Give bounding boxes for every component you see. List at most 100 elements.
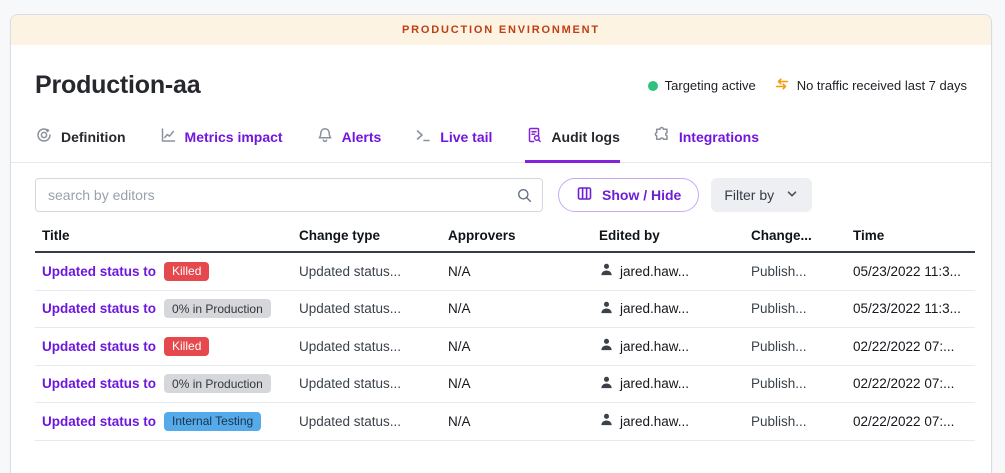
tab-audit-logs-label: Audit logs xyxy=(551,129,619,145)
change-type-cell: Updated status... xyxy=(299,264,448,279)
table-row: Updated status to Internal Testing Updat… xyxy=(35,403,975,441)
edited-by-value: jared.haw... xyxy=(620,339,689,354)
puzzle-icon xyxy=(653,126,671,147)
edited-by-value: jared.haw... xyxy=(620,376,689,391)
edited-by-cell: jared.haw... xyxy=(599,412,751,430)
time-cell: 02/22/2022 07:... xyxy=(853,376,975,391)
title-cell: Updated status to Killed xyxy=(42,337,299,356)
line-chart-icon xyxy=(159,126,177,147)
person-icon xyxy=(599,262,614,280)
status-badge: 0% in Production xyxy=(164,374,271,393)
table-toolbar: Show / Hide Filter by xyxy=(11,163,991,212)
row-title-link[interactable]: Updated status to xyxy=(42,414,156,429)
row-title-link[interactable]: Updated status to xyxy=(42,264,156,279)
edited-by-cell: jared.haw... xyxy=(599,337,751,355)
row-title-link[interactable]: Updated status to xyxy=(42,376,156,391)
columns-icon xyxy=(576,185,593,205)
terminal-icon xyxy=(414,126,432,147)
tab-live-tail[interactable]: Live tail xyxy=(414,126,492,163)
change-type-cell: Updated status... xyxy=(299,376,448,391)
tab-definition-label: Definition xyxy=(61,129,126,145)
edited-by-value: jared.haw... xyxy=(620,414,689,429)
approvers-cell: N/A xyxy=(448,414,599,429)
column-header-change-type: Change type xyxy=(299,228,448,243)
change-cell: Publish... xyxy=(751,376,853,391)
change-cell: Publish... xyxy=(751,301,853,316)
time-cell: 02/22/2022 07:... xyxy=(853,339,975,354)
table-row: Updated status to 0% in Production Updat… xyxy=(35,291,975,329)
approvers-cell: N/A xyxy=(448,376,599,391)
tab-integrations[interactable]: Integrations xyxy=(653,126,759,163)
tab-metrics-impact-label: Metrics impact xyxy=(185,129,283,145)
person-icon xyxy=(599,412,614,430)
time-cell: 05/23/2022 11:3... xyxy=(853,301,975,316)
edited-by-cell: jared.haw... xyxy=(599,300,751,318)
traffic-arrows-icon xyxy=(774,76,790,95)
title-cell: Updated status to Killed xyxy=(42,262,299,281)
page-header: Production-aa Targeting active No traffi… xyxy=(11,45,991,100)
person-icon xyxy=(599,375,614,393)
row-title-link[interactable]: Updated status to xyxy=(42,301,156,316)
status-badge: Killed xyxy=(164,262,209,281)
change-cell: Publish... xyxy=(751,339,853,354)
targeting-status: Targeting active xyxy=(648,78,756,93)
tab-live-tail-label: Live tail xyxy=(440,129,492,145)
status-badge: 0% in Production xyxy=(164,299,271,318)
approvers-cell: N/A xyxy=(448,264,599,279)
column-header-edited-by: Edited by xyxy=(599,228,751,243)
status-badge: Killed xyxy=(164,337,209,356)
green-dot-icon xyxy=(648,81,658,91)
tab-alerts[interactable]: Alerts xyxy=(316,126,382,163)
column-header-approvers: Approvers xyxy=(448,228,599,243)
person-icon xyxy=(599,337,614,355)
change-cell: Publish... xyxy=(751,414,853,429)
table-row: Updated status to 0% in Production Updat… xyxy=(35,366,975,404)
edited-by-cell: jared.haw... xyxy=(599,262,751,280)
column-header-title: Title xyxy=(42,228,299,243)
environment-banner-label: PRODUCTION ENVIRONMENT xyxy=(402,24,600,36)
flag-detail-card: PRODUCTION ENVIRONMENT Production-aa Tar… xyxy=(10,14,992,473)
table-row: Updated status to Killed Updated status.… xyxy=(35,253,975,291)
filter-by-dropdown[interactable]: Filter by xyxy=(711,178,812,212)
column-header-change: Change... xyxy=(751,228,853,243)
target-edit-icon xyxy=(35,126,53,147)
approvers-cell: N/A xyxy=(448,301,599,316)
change-type-cell: Updated status... xyxy=(299,339,448,354)
person-icon xyxy=(599,300,614,318)
traffic-status: No traffic received last 7 days xyxy=(774,76,967,95)
title-cell: Updated status to 0% in Production xyxy=(42,299,299,318)
time-cell: 05/23/2022 11:3... xyxy=(853,264,975,279)
table-row: Updated status to Killed Updated status.… xyxy=(35,328,975,366)
column-header-time: Time xyxy=(853,228,975,243)
bell-icon xyxy=(316,126,334,147)
tab-bar: Definition Metrics impact Alerts xyxy=(11,126,991,163)
edited-by-value: jared.haw... xyxy=(620,301,689,316)
change-type-cell: Updated status... xyxy=(299,301,448,316)
edited-by-cell: jared.haw... xyxy=(599,375,751,393)
targeting-status-label: Targeting active xyxy=(665,78,756,93)
show-hide-label: Show / Hide xyxy=(602,187,681,203)
title-cell: Updated status to 0% in Production xyxy=(42,374,299,393)
change-cell: Publish... xyxy=(751,264,853,279)
status-indicators: Targeting active No traffic received las… xyxy=(648,76,967,95)
environment-banner: PRODUCTION ENVIRONMENT xyxy=(11,15,991,45)
tab-audit-logs[interactable]: Audit logs xyxy=(525,126,619,163)
edited-by-value: jared.haw... xyxy=(620,264,689,279)
tab-definition[interactable]: Definition xyxy=(35,126,126,163)
row-title-link[interactable]: Updated status to xyxy=(42,339,156,354)
tab-alerts-label: Alerts xyxy=(342,129,382,145)
chevron-down-icon xyxy=(785,187,799,204)
show-hide-button[interactable]: Show / Hide xyxy=(558,178,699,212)
search-field xyxy=(35,178,543,212)
search-input[interactable] xyxy=(35,178,543,212)
status-badge: Internal Testing xyxy=(164,412,261,431)
document-search-icon xyxy=(525,126,543,147)
table-header-row: Title Change type Approvers Edited by Ch… xyxy=(35,219,975,253)
traffic-status-label: No traffic received last 7 days xyxy=(797,78,967,93)
page-title: Production-aa xyxy=(35,71,200,100)
approvers-cell: N/A xyxy=(448,339,599,354)
tab-integrations-label: Integrations xyxy=(679,129,759,145)
audit-log-table: Title Change type Approvers Edited by Ch… xyxy=(35,219,975,441)
filter-by-label: Filter by xyxy=(724,187,774,203)
tab-metrics-impact[interactable]: Metrics impact xyxy=(159,126,283,163)
